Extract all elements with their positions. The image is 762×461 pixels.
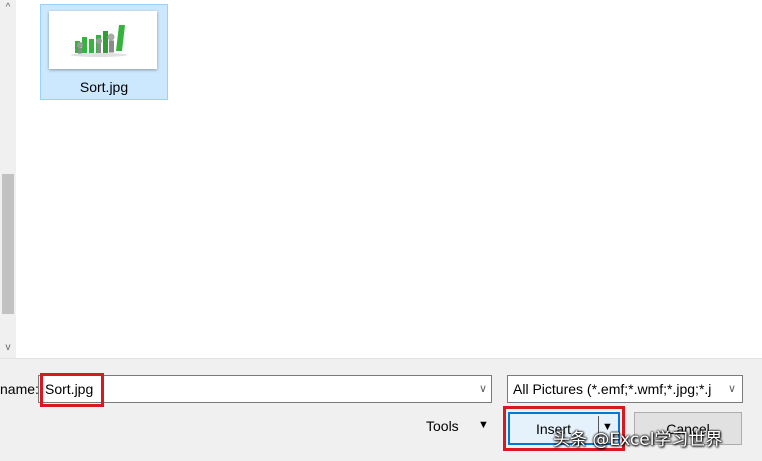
file-name-label: Sort.jpg — [79, 79, 129, 95]
divider — [0, 358, 762, 359]
file-list-view[interactable]: Sort.jpg — [16, 0, 762, 358]
file-type-value[interactable]: All Pictures (*.emf;*.wmf;*.jpg;*.j — [513, 381, 711, 397]
scroll-down-icon[interactable]: v — [0, 340, 16, 356]
file-name-input[interactable]: Sort.jpg ∨ — [38, 375, 492, 403]
scroll-up-icon[interactable]: ^ — [0, 0, 16, 16]
vertical-scrollbar[interactable]: ^ v — [0, 0, 16, 358]
file-type-select[interactable]: All Pictures (*.emf;*.wmf;*.jpg;*.j ∨ — [507, 375, 743, 403]
scroll-thumb[interactable] — [2, 174, 14, 314]
image-thumbnail — [49, 11, 157, 69]
watermark-text: 头条 @Excel学习世界 — [553, 430, 723, 450]
file-item-sort-jpg[interactable]: Sort.jpg — [40, 4, 168, 100]
highlight-box-file-name — [40, 373, 104, 407]
chevron-down-icon[interactable]: ∨ — [479, 382, 487, 395]
bar-chart-figures-icon — [71, 25, 127, 57]
tools-button[interactable]: Tools — [426, 418, 459, 434]
tools-caret-icon[interactable]: ▼ — [478, 419, 489, 431]
chevron-down-icon[interactable]: ∨ — [722, 376, 742, 402]
file-name-field-label: name: — [0, 381, 39, 397]
